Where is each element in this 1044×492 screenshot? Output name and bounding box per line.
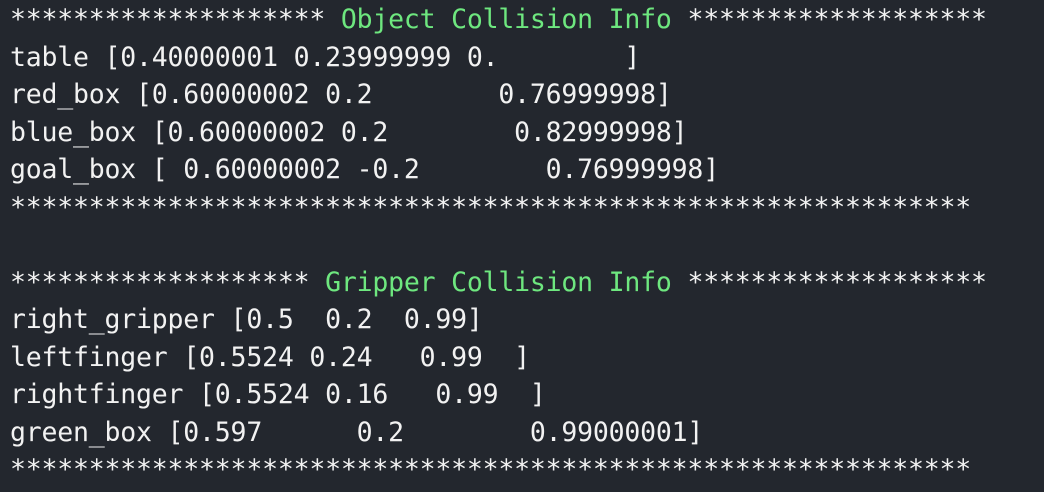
gripper-row-green-box: green_box [0.597 0.2 0.99000001]: [10, 416, 704, 448]
object-row-goal-box: goal_box [ 0.60000002 -0.2 0.76999998]: [10, 154, 719, 185]
header-prefix-stars: *******************: [10, 266, 326, 298]
object-row-red-box: red_box [0.60000002 0.2 0.76999998]: [10, 79, 672, 110]
gripper-section-footer: ****************************************…: [10, 454, 972, 485]
header-suffix-stars: *******************: [671, 4, 987, 35]
object-section-footer: ****************************************…: [10, 191, 972, 223]
gripper-section-title: Gripper Collision Info: [325, 266, 672, 298]
terminal-output: ******************** Object Collision In…: [0, 0, 1044, 492]
gripper-row-leftfinger: leftfinger [0.5524 0.24 0.99 ]: [10, 341, 530, 373]
gripper-row-rightfinger: rightfinger [0.5524 0.16 0.99 ]: [10, 379, 546, 410]
object-section-header: ******************** Object Collision In…: [10, 1, 1044, 39]
gripper-section-header: ******************* Gripper Collision In…: [10, 264, 1044, 302]
header-suffix-stars: *******************: [671, 266, 987, 298]
object-row-blue-box: blue_box [0.60000002 0.2 0.82999998]: [10, 116, 688, 148]
object-section-title: Object Collision Info: [340, 4, 672, 35]
object-row-table: table [0.40000001 0.23999999 0. ]: [10, 41, 641, 73]
gripper-row-right-gripper: right_gripper [0.5 0.2 0.99]: [10, 304, 483, 335]
header-prefix-stars: ********************: [10, 4, 341, 35]
